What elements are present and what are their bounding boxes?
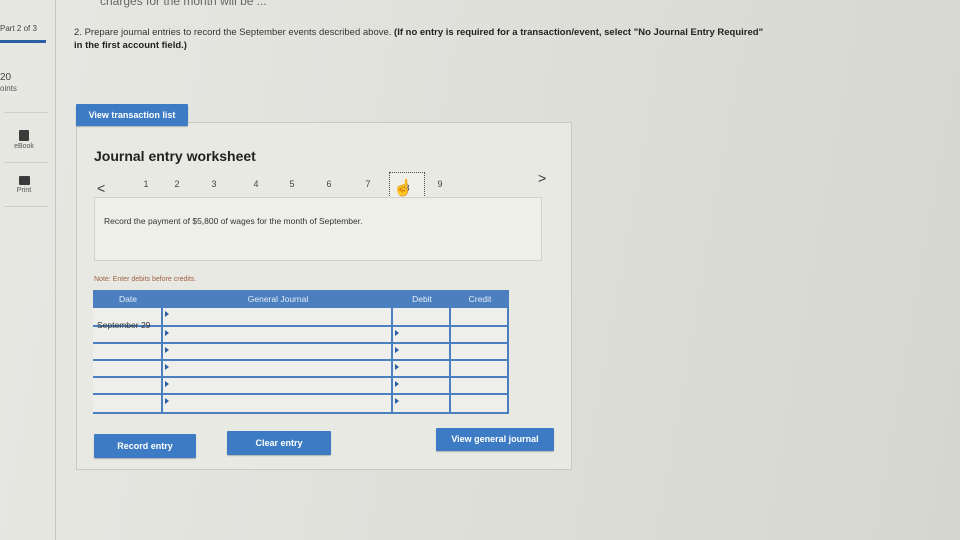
transaction-description: Record the payment of $5,800 of wages fo… xyxy=(104,216,363,226)
header-date: Date xyxy=(93,290,163,308)
dropdown-marker-icon xyxy=(165,347,169,353)
print-label: Print xyxy=(16,187,32,194)
hand-cursor-icon: ☝ xyxy=(393,180,413,197)
left-sidebar: Part 2 of 3 20 oints eBook Print xyxy=(0,0,56,540)
header-credit: Credit xyxy=(451,290,509,308)
dropdown-marker-icon xyxy=(395,330,399,336)
record-entry-button[interactable]: Record entry xyxy=(94,434,196,458)
ebook-label: eBook xyxy=(14,143,34,150)
ebook-button[interactable]: eBook xyxy=(4,130,44,150)
part-label: Part 2 of 3 xyxy=(0,24,37,33)
dropdown-marker-icon xyxy=(165,381,169,387)
credit-cell[interactable] xyxy=(451,308,509,327)
table-row[interactable] xyxy=(93,344,509,361)
page-tab-5[interactable]: 5 xyxy=(286,179,298,189)
points-value: 20 xyxy=(0,72,12,83)
question-text: 2. Prepare journal entries to record the… xyxy=(74,26,774,52)
journal-entry-table: Date General Journal Debit Credit xyxy=(93,290,509,414)
question-body: Prepare journal entries to record the Se… xyxy=(84,27,392,38)
dropdown-marker-icon xyxy=(165,398,169,404)
table-row[interactable] xyxy=(93,395,509,414)
next-page-button[interactable]: > xyxy=(538,170,546,186)
book-icon xyxy=(19,130,29,141)
debits-note: Note: Enter debits before credits. xyxy=(94,276,197,283)
page-tab-3[interactable]: 3 xyxy=(208,179,220,189)
view-general-journal-button[interactable]: View general journal xyxy=(436,428,554,451)
sidebar-divider xyxy=(4,206,48,207)
dropdown-marker-icon xyxy=(395,398,399,404)
dropdown-marker-icon xyxy=(165,364,169,370)
print-button[interactable]: Print xyxy=(4,176,44,194)
column-divider xyxy=(507,290,509,414)
debit-cell[interactable] xyxy=(393,308,451,327)
page-tab-2[interactable]: 2 xyxy=(171,179,183,189)
view-transaction-list-button[interactable]: View transaction list xyxy=(76,104,188,126)
dropdown-marker-icon xyxy=(165,311,169,317)
page-tab-1[interactable]: 1 xyxy=(140,179,152,189)
prev-page-button[interactable]: < xyxy=(97,180,105,196)
clear-entry-button[interactable]: Clear entry xyxy=(227,431,331,455)
sidebar-divider xyxy=(4,162,48,163)
column-divider xyxy=(161,290,163,414)
page-tab-4[interactable]: 4 xyxy=(250,179,262,189)
dropdown-marker-icon xyxy=(395,364,399,370)
points-label: oints xyxy=(0,84,17,93)
table-row[interactable] xyxy=(93,327,509,344)
worksheet-title: Journal entry worksheet xyxy=(94,148,256,164)
page-tab-6[interactable]: 6 xyxy=(323,179,335,189)
sidebar-divider xyxy=(4,112,48,113)
entry-date: September 29 xyxy=(97,320,151,330)
column-divider xyxy=(391,290,393,414)
header-general-journal: General Journal xyxy=(163,290,393,308)
account-cell[interactable] xyxy=(163,308,393,327)
dropdown-marker-icon xyxy=(165,330,169,336)
table-row[interactable] xyxy=(93,361,509,378)
dropdown-marker-icon xyxy=(395,347,399,353)
top-cut-text: charges for the month will be ... xyxy=(100,0,267,8)
page-tab-7[interactable]: 7 xyxy=(362,179,374,189)
table-row[interactable] xyxy=(93,378,509,395)
question-number: 2. xyxy=(74,27,82,38)
header-debit: Debit xyxy=(393,290,451,308)
dropdown-marker-icon xyxy=(395,381,399,387)
transaction-description-box xyxy=(94,197,542,261)
page-tab-9[interactable]: 9 xyxy=(434,179,446,189)
column-divider xyxy=(449,290,451,414)
printer-icon xyxy=(18,176,30,185)
part-progress-bar xyxy=(0,40,46,43)
